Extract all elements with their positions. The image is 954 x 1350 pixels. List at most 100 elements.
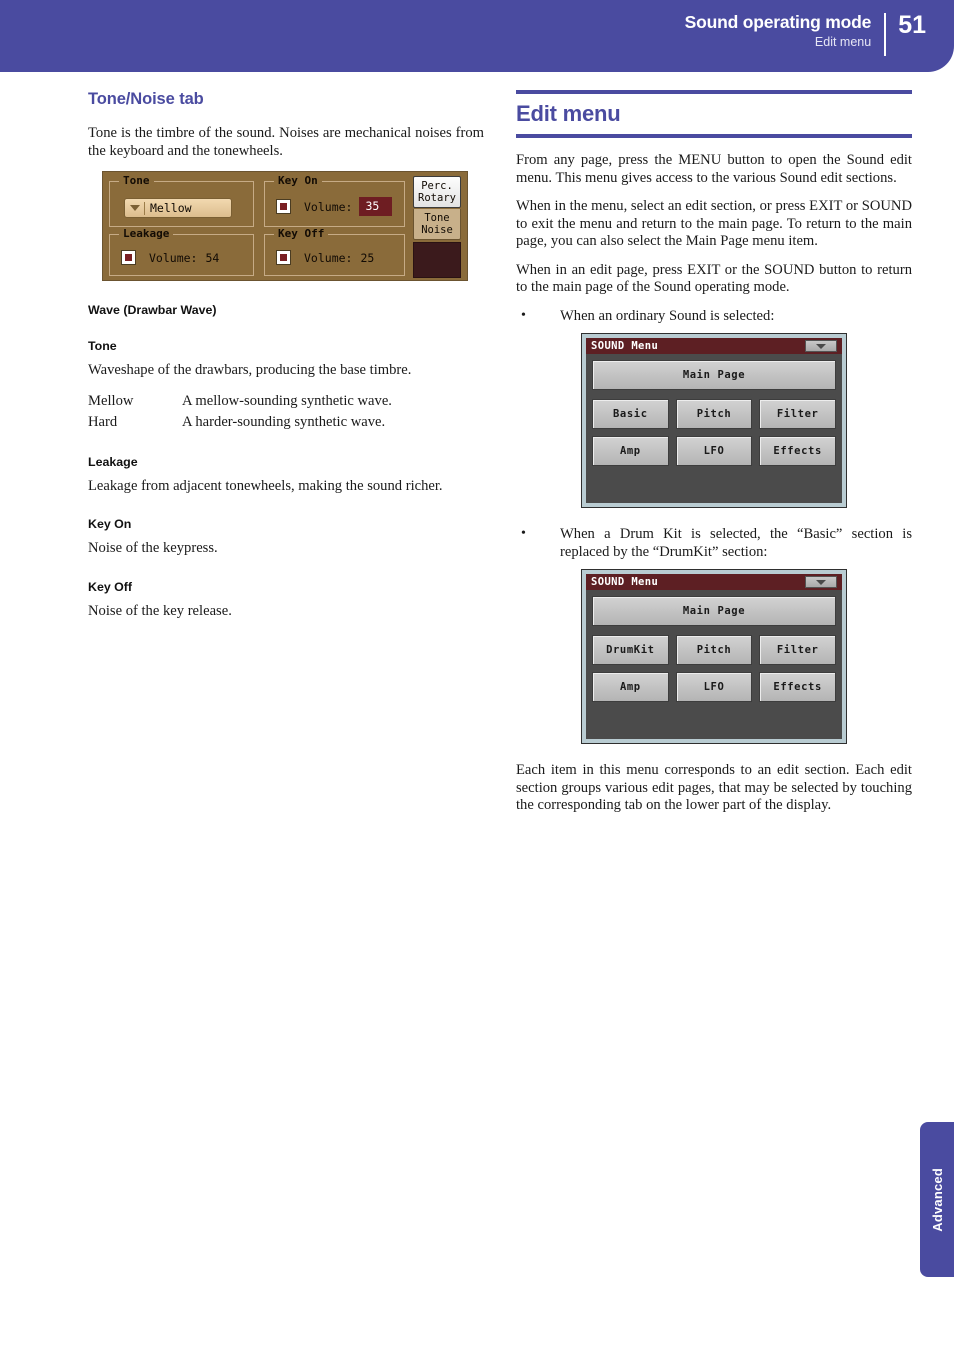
page-number: 51	[898, 11, 926, 39]
menu-button-pitch[interactable]: Pitch	[675, 399, 753, 429]
group-leakage-label: Leakage	[119, 227, 174, 240]
key-on-volume-value[interactable]: 35	[359, 197, 393, 216]
page-subtitle: Edit menu	[814, 35, 872, 49]
sound-menu-body: Main Page DrumKit Pitch Filter Amp LFO E…	[586, 590, 842, 739]
sound-menu-title-bar: SOUND Menu	[586, 338, 842, 354]
page-header-content: Sound operating mode Edit menu 51	[685, 12, 926, 56]
bullet-list-ordinary: • When an ordinary Sound is selected:	[516, 308, 912, 326]
leakage-description: Leakage from adjacent tonewheels, making…	[88, 477, 443, 494]
sound-menu-grid-row-2: Amp LFO Effects	[592, 436, 836, 466]
edit-menu-paragraph-2: When in the menu, select an edit section…	[516, 198, 912, 249]
leakage-volume-value[interactable]: 54	[205, 251, 219, 265]
bullet-icon: •	[521, 307, 526, 323]
tone-option-desc: A harder-sounding synthetic wave.	[182, 413, 386, 430]
leakage-volume-label: Volume:	[149, 250, 198, 265]
edit-menu-heading: Edit menu	[516, 101, 621, 126]
menu-button-amp[interactable]: Amp	[592, 436, 669, 466]
bullet-text: When an ordinary Sound is selected:	[560, 307, 775, 324]
key-on-controls: Volume: 35	[276, 197, 396, 216]
key-on-volume-label: Volume:	[304, 199, 353, 214]
list-item: Mellow A mellow-sounding synthetic wave.	[88, 391, 484, 412]
tone-wave-dropdown[interactable]: Mellow	[124, 198, 232, 218]
right-column: Edit menu From any page, press the MENU …	[516, 90, 912, 826]
key-off-controls: Volume: 25	[276, 250, 396, 265]
tone-description: Waveshape of the drawbars, producing the…	[88, 362, 412, 378]
side-tab-label: Advanced	[929, 1167, 945, 1232]
tone-noise-intro-paragraph: Tone is the timbre of the sound. Noises …	[88, 125, 484, 159]
tone-heading: Tone	[88, 339, 117, 353]
sound-menu-figure-ordinary: SOUND Menu Main Page Basic Pitch Filter …	[581, 333, 847, 508]
wave-heading: Wave (Drawbar Wave)	[88, 303, 217, 317]
tone-option-term: Mellow	[88, 392, 134, 409]
sound-menu-title-text: SOUND Menu	[591, 576, 659, 588]
chevron-down-icon	[816, 579, 826, 585]
tone-noise-panel-figure: Tone Mellow Key On Volume: 35 Leakage Vo…	[102, 171, 468, 281]
group-key-off: Key Off Volume: 25	[264, 227, 405, 276]
edit-menu-paragraph-4: Each item in this menu corresponds to an…	[516, 762, 912, 813]
tone-option-term: Hard	[88, 413, 118, 430]
tab-tone-noise-line2: Noise	[421, 224, 453, 236]
menu-button-pitch[interactable]: Pitch	[675, 635, 753, 665]
key-off-volume-label: Volume:	[304, 250, 353, 265]
sound-menu-body: Main Page Basic Pitch Filter Amp LFO Eff…	[586, 354, 842, 503]
sound-menu-title-bar: SOUND Menu	[586, 574, 842, 590]
group-key-on: Key On Volume: 35	[264, 174, 405, 227]
key-off-description: Noise of the key release.	[88, 602, 232, 619]
tone-options-list: Mellow A mellow-sounding synthetic wave.…	[88, 391, 484, 433]
list-item: • When a Drum Kit is selected, the “Basi…	[516, 526, 912, 561]
list-item: Hard A harder-sounding synthetic wave.	[88, 412, 484, 433]
menu-button-lfo[interactable]: LFO	[675, 436, 753, 466]
leakage-controls: Volume: 54	[121, 250, 245, 265]
sound-menu-grid-row-1: DrumKit Pitch Filter	[592, 635, 836, 665]
tab-perc-rotary-line1: Perc.	[421, 180, 453, 192]
panel-groups-area: Tone Mellow Key On Volume: 35 Leakage Vo…	[109, 174, 405, 276]
key-off-heading: Key Off	[88, 579, 133, 594]
tone-noise-tab-heading: Tone/Noise tab	[88, 90, 204, 108]
list-item: • When an ordinary Sound is selected:	[516, 308, 912, 326]
chevron-down-icon	[816, 343, 826, 349]
menu-button-effects[interactable]: Effects	[759, 672, 836, 702]
menu-button-filter[interactable]: Filter	[759, 399, 836, 429]
menu-button-effects[interactable]: Effects	[759, 436, 836, 466]
panel-empty-area	[413, 242, 461, 278]
group-leakage: Leakage Volume: 54	[109, 227, 254, 276]
key-on-checkbox[interactable]	[276, 199, 291, 214]
menu-button-filter[interactable]: Filter	[759, 635, 836, 665]
leakage-checkbox[interactable]	[121, 250, 136, 265]
leakage-heading: Leakage	[88, 454, 138, 469]
page-title: Sound operating mode	[684, 12, 872, 32]
panel-side-tabs: Perc. Rotary Tone Noise	[413, 176, 463, 278]
tab-perc-rotary[interactable]: Perc. Rotary	[413, 176, 461, 208]
main-page-button[interactable]: Main Page	[592, 360, 836, 390]
group-tone-label: Tone	[119, 174, 154, 187]
bullet-icon: •	[521, 526, 526, 541]
tab-tone-noise[interactable]: Tone Noise	[413, 209, 461, 240]
edit-menu-paragraph-3: When in an edit page, press EXIT or the …	[516, 261, 912, 296]
page-header-band: Sound operating mode Edit menu 51	[0, 0, 954, 72]
main-page-button[interactable]: Main Page	[592, 596, 836, 626]
sound-menu-grid-row-1: Basic Pitch Filter	[592, 399, 836, 429]
key-on-heading: Key On	[88, 517, 132, 531]
tone-wave-value: Mellow	[150, 201, 192, 215]
key-off-checkbox[interactable]	[276, 250, 291, 265]
menu-button-amp[interactable]: Amp	[592, 672, 669, 702]
group-tone: Tone Mellow	[109, 174, 254, 227]
dropdown-separator	[144, 201, 145, 215]
menu-button-basic[interactable]: Basic	[592, 399, 669, 429]
menu-button-lfo[interactable]: LFO	[675, 672, 753, 702]
edit-menu-paragraph-1: From any page, press the MENU button to …	[516, 152, 912, 186]
tone-option-desc: A mellow-sounding synthetic wave.	[182, 392, 392, 409]
sound-menu-grid-row-2: Amp LFO Effects	[592, 672, 836, 702]
menu-dropdown-button[interactable]	[805, 576, 837, 588]
key-off-volume-value[interactable]: 25	[360, 251, 374, 265]
group-key-off-label: Key Off	[274, 227, 329, 240]
side-tab-advanced[interactable]: Advanced	[920, 1122, 954, 1277]
menu-button-drumkit[interactable]: DrumKit	[592, 635, 669, 665]
sound-menu-title-text: SOUND Menu	[591, 340, 659, 352]
tab-tone-noise-line1: Tone	[424, 212, 450, 224]
heading-rule-top	[516, 90, 912, 94]
header-text-block: Sound operating mode Edit menu	[685, 12, 885, 51]
menu-dropdown-button[interactable]	[805, 340, 837, 352]
chevron-down-icon	[130, 205, 140, 211]
left-column: Tone/Noise tab Tone is the timbre of the…	[88, 90, 484, 631]
